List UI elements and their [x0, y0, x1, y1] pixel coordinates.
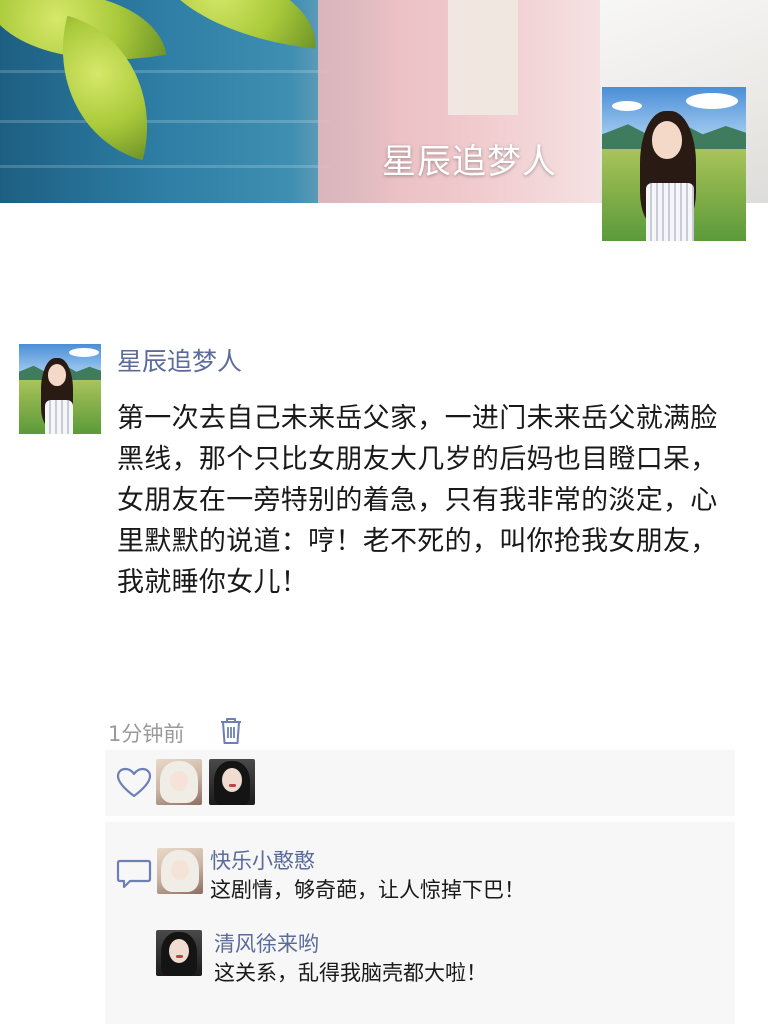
- water-ripple: [0, 70, 330, 73]
- comment-text: 这关系，乱得我脑壳都大啦！: [214, 961, 487, 985]
- like-avatar-anime[interactable]: [156, 759, 202, 805]
- commenter-avatar-anime[interactable]: [157, 848, 203, 894]
- post-timestamp: 1分钟前: [108, 722, 185, 746]
- trash-icon[interactable]: [218, 716, 244, 746]
- like-avatar-dark[interactable]: [209, 759, 255, 805]
- post-author-name[interactable]: 星辰追梦人: [117, 342, 242, 378]
- heart-icon[interactable]: [114, 763, 154, 803]
- water-ripple: [0, 165, 330, 168]
- commenter-avatar-dark[interactable]: [156, 930, 202, 976]
- cover-username: 星辰追梦人: [382, 142, 557, 182]
- commenter-name[interactable]: 快乐小憨憨: [210, 845, 315, 875]
- comments-section: 快乐小憨憨 这剧情，够奇葩，让人惊掉下巴！ 清风徐来哟 这关系，乱得我脑壳都大啦…: [105, 822, 735, 1024]
- post-content: 第一次去自己未来岳父家，一进门未来岳父就满脸黑线，那个只比女朋友大几岁的后妈也目…: [117, 403, 718, 598]
- likes-section: [105, 750, 735, 816]
- post-avatar[interactable]: [19, 344, 101, 434]
- comment-icon[interactable]: [114, 854, 154, 894]
- leaf-graphic: [146, 0, 324, 49]
- comment-text: 这剧情，够奇葩，让人惊掉下巴！: [210, 878, 525, 902]
- profile-avatar[interactable]: [602, 87, 746, 241]
- commenter-name[interactable]: 清风徐来哟: [214, 928, 319, 958]
- water-ripple: [0, 120, 330, 123]
- sash-graphic: [448, 0, 518, 115]
